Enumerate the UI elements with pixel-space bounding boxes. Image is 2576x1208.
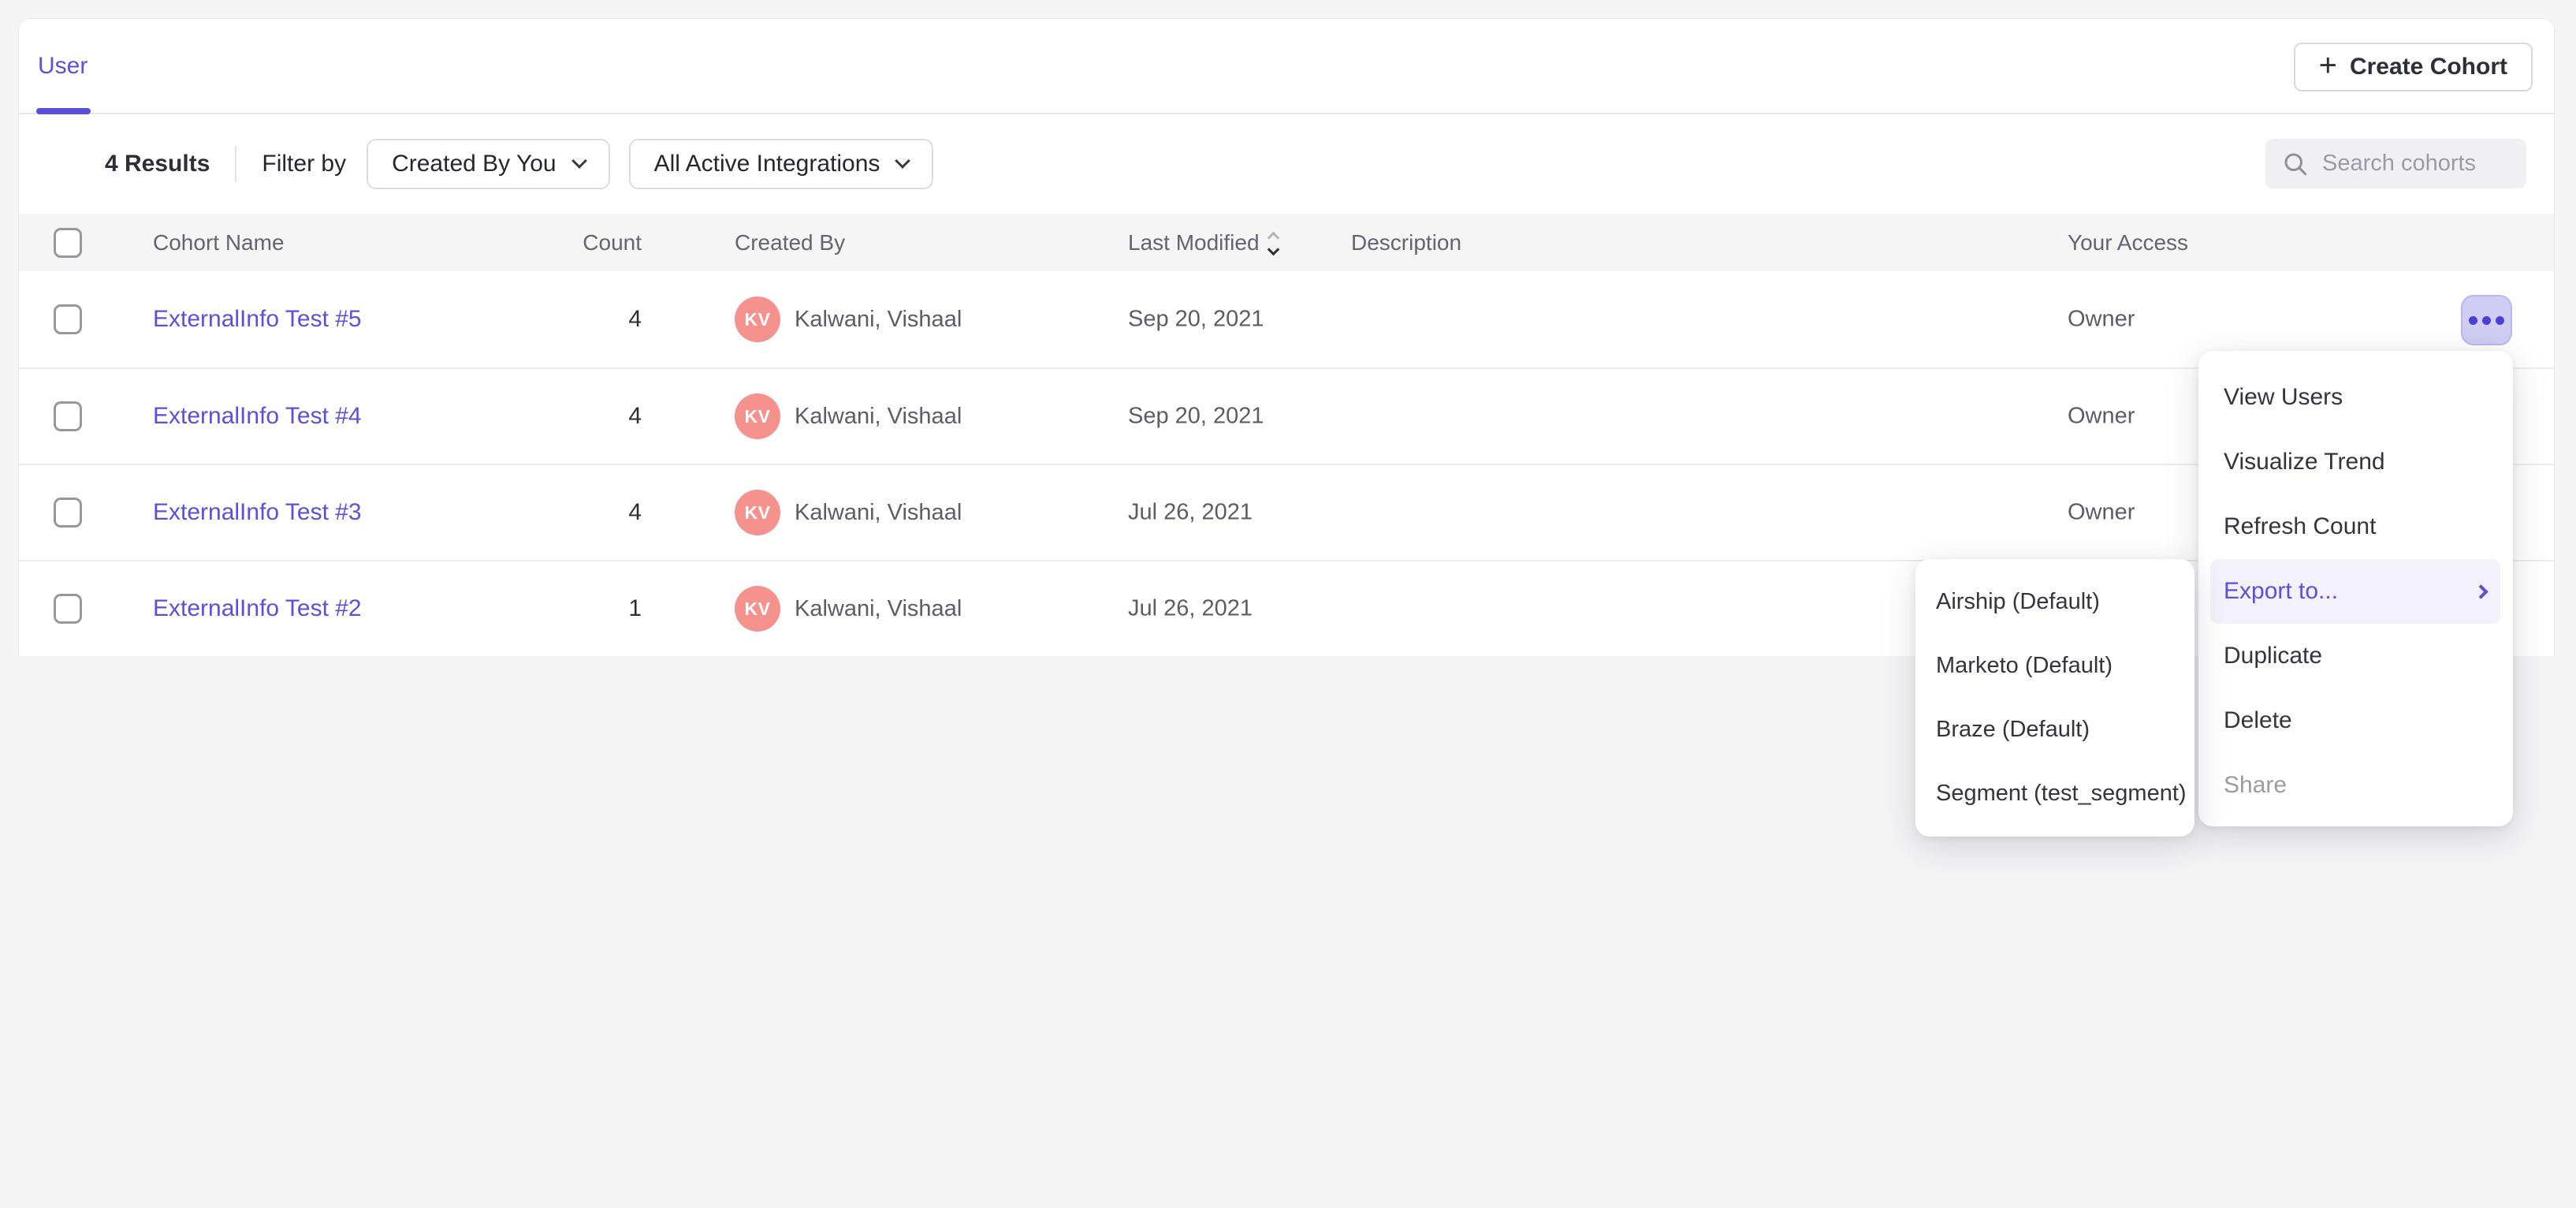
export-submenu-item[interactable]: Braze (Default) — [1915, 698, 2194, 762]
table-row: ExternalInfo Test #3 4 KV Kalwani, Visha… — [19, 464, 2554, 560]
chevron-down-icon — [895, 153, 911, 169]
context-menu-item[interactable]: Delete — [2198, 688, 2513, 753]
export-submenu-item-label: Braze (Default) — [1936, 717, 2090, 743]
export-submenu: Airship (Default) Marketo (Default) Braz… — [1915, 559, 2194, 837]
tab-user-label: User — [38, 53, 87, 80]
table-header: Cohort Name Count Created By Last Modifi… — [19, 214, 2554, 271]
context-menu-item[interactable]: Refresh Count — [2198, 494, 2513, 559]
created-by-name: Kalwani, Vishaal — [795, 404, 962, 430]
context-menu-item-label: Share — [2224, 772, 2287, 799]
plus-icon: + — [2319, 50, 2337, 81]
column-header-last-modified[interactable]: Last Modified — [1128, 230, 1278, 255]
create-cohort-label: Create Cohort — [2350, 54, 2507, 80]
context-menu-items: View Users Visualize Trend Refresh Count… — [2198, 365, 2513, 818]
row-actions-button[interactable] — [2461, 295, 2512, 345]
sort-desc-chevron-icon — [1267, 243, 1279, 255]
avatar: KV — [735, 393, 780, 439]
access-value: Owner — [2068, 500, 2135, 526]
export-submenu-item[interactable]: Airship (Default) — [1915, 570, 2194, 634]
sort-asc-chevron-icon — [1267, 231, 1279, 244]
row-checkbox[interactable] — [54, 401, 82, 431]
table-row: ExternalInfo Test #4 4 KV Kalwani, Visha… — [19, 367, 2554, 464]
created-by-dropdown[interactable]: Created By You — [367, 139, 610, 189]
cohort-name-link[interactable]: ExternalInfo Test #5 — [153, 306, 362, 333]
last-modified-value: Sep 20, 2021 — [1128, 404, 1264, 430]
column-header-created-by: Created By — [735, 230, 845, 255]
context-menu-item-label: Export to... — [2224, 578, 2338, 605]
export-submenu-item-label: Segment (test_segment) — [1936, 781, 2187, 807]
cohort-count: 1 — [508, 595, 642, 622]
context-menu-item-label: Visualize Trend — [2224, 449, 2385, 475]
row-context-menu: View Users Visualize Trend Refresh Count… — [2198, 351, 2513, 826]
created-by-dropdown-label: Created By You — [392, 151, 557, 177]
access-value: Owner — [2068, 404, 2135, 430]
search-cohorts-box — [2265, 139, 2526, 188]
row-checkbox[interactable] — [54, 304, 82, 334]
cohort-name-link[interactable]: ExternalInfo Test #3 — [153, 499, 362, 526]
export-submenu-items: Airship (Default) Marketo (Default) Braz… — [1915, 570, 2194, 826]
search-input[interactable] — [2322, 151, 2511, 177]
context-menu-item-label: Duplicate — [2224, 643, 2322, 669]
cohort-name-link[interactable]: ExternalInfo Test #4 — [153, 403, 362, 430]
row-checkbox[interactable] — [54, 498, 82, 528]
tab-user[interactable]: User — [38, 19, 87, 113]
filter-bar: 4 Results Filter by Created By You All A… — [19, 114, 2554, 214]
cohort-name-link[interactable]: ExternalInfo Test #2 — [153, 595, 362, 622]
created-by-cell: KV Kalwani, Vishaal — [735, 296, 962, 342]
search-icon — [2281, 150, 2310, 178]
sort-icon — [1269, 233, 1278, 254]
last-modified-value: Sep 20, 2021 — [1128, 307, 1264, 333]
created-by-cell: KV Kalwani, Vishaal — [735, 393, 962, 439]
created-by-cell: KV Kalwani, Vishaal — [735, 586, 962, 632]
chevron-right-icon — [2474, 584, 2488, 598]
integrations-dropdown[interactable]: All Active Integrations — [629, 139, 934, 189]
cohort-count: 4 — [508, 306, 642, 333]
context-menu-item[interactable]: Duplicate — [2198, 624, 2513, 688]
active-tab-underline — [36, 108, 91, 114]
results-count: 4 Results — [105, 151, 210, 177]
cohort-count: 4 — [508, 499, 642, 526]
created-by-name: Kalwani, Vishaal — [795, 500, 962, 526]
filter-bar-divider — [235, 146, 236, 182]
avatar: KV — [735, 490, 780, 535]
context-menu-item[interactable]: Visualize Trend — [2198, 430, 2513, 494]
created-by-cell: KV Kalwani, Vishaal — [735, 490, 962, 535]
last-modified-label: Last Modified — [1128, 230, 1260, 255]
context-menu-item-label: View Users — [2224, 384, 2343, 411]
context-menu-item-label: Refresh Count — [2224, 513, 2376, 540]
export-submenu-item-label: Marketo (Default) — [1936, 653, 2113, 679]
context-menu-item[interactable]: View Users — [2198, 365, 2513, 430]
export-submenu-item[interactable]: Segment (test_segment) — [1915, 762, 2194, 826]
context-menu-item[interactable]: Share — [2198, 753, 2513, 818]
ellipsis-dot-icon — [2469, 316, 2477, 325]
context-menu-item-label: Delete — [2224, 707, 2292, 734]
select-all-checkbox[interactable] — [54, 228, 82, 258]
context-menu-item[interactable]: Export to... — [2210, 559, 2500, 624]
create-cohort-button[interactable]: + Create Cohort — [2294, 43, 2533, 91]
table-row: ExternalInfo Test #5 4 KV Kalwani, Visha… — [19, 271, 2554, 367]
cohort-count: 4 — [508, 403, 642, 430]
export-submenu-item[interactable]: Marketo (Default) — [1915, 634, 2194, 698]
ellipsis-dot-icon — [2496, 316, 2504, 325]
filter-by-label: Filter by — [262, 151, 346, 177]
export-submenu-item-label: Airship (Default) — [1936, 589, 2100, 615]
created-by-name: Kalwani, Vishaal — [795, 307, 962, 333]
tab-bar: User + Create Cohort — [19, 19, 2554, 114]
last-modified-value: Jul 26, 2021 — [1128, 596, 1253, 622]
access-value: Owner — [2068, 307, 2135, 333]
chevron-down-icon — [571, 153, 587, 169]
column-header-count: Count — [508, 230, 642, 255]
avatar: KV — [735, 586, 780, 632]
avatar: KV — [735, 296, 780, 342]
column-header-cohort-name: Cohort Name — [153, 230, 285, 255]
ellipsis-dot-icon — [2482, 316, 2491, 325]
column-header-your-access: Your Access — [2068, 230, 2188, 255]
row-checkbox[interactable] — [54, 594, 82, 624]
created-by-name: Kalwani, Vishaal — [795, 596, 962, 622]
last-modified-value: Jul 26, 2021 — [1128, 500, 1253, 526]
integrations-dropdown-label: All Active Integrations — [654, 151, 880, 177]
column-header-description: Description — [1351, 230, 1461, 255]
